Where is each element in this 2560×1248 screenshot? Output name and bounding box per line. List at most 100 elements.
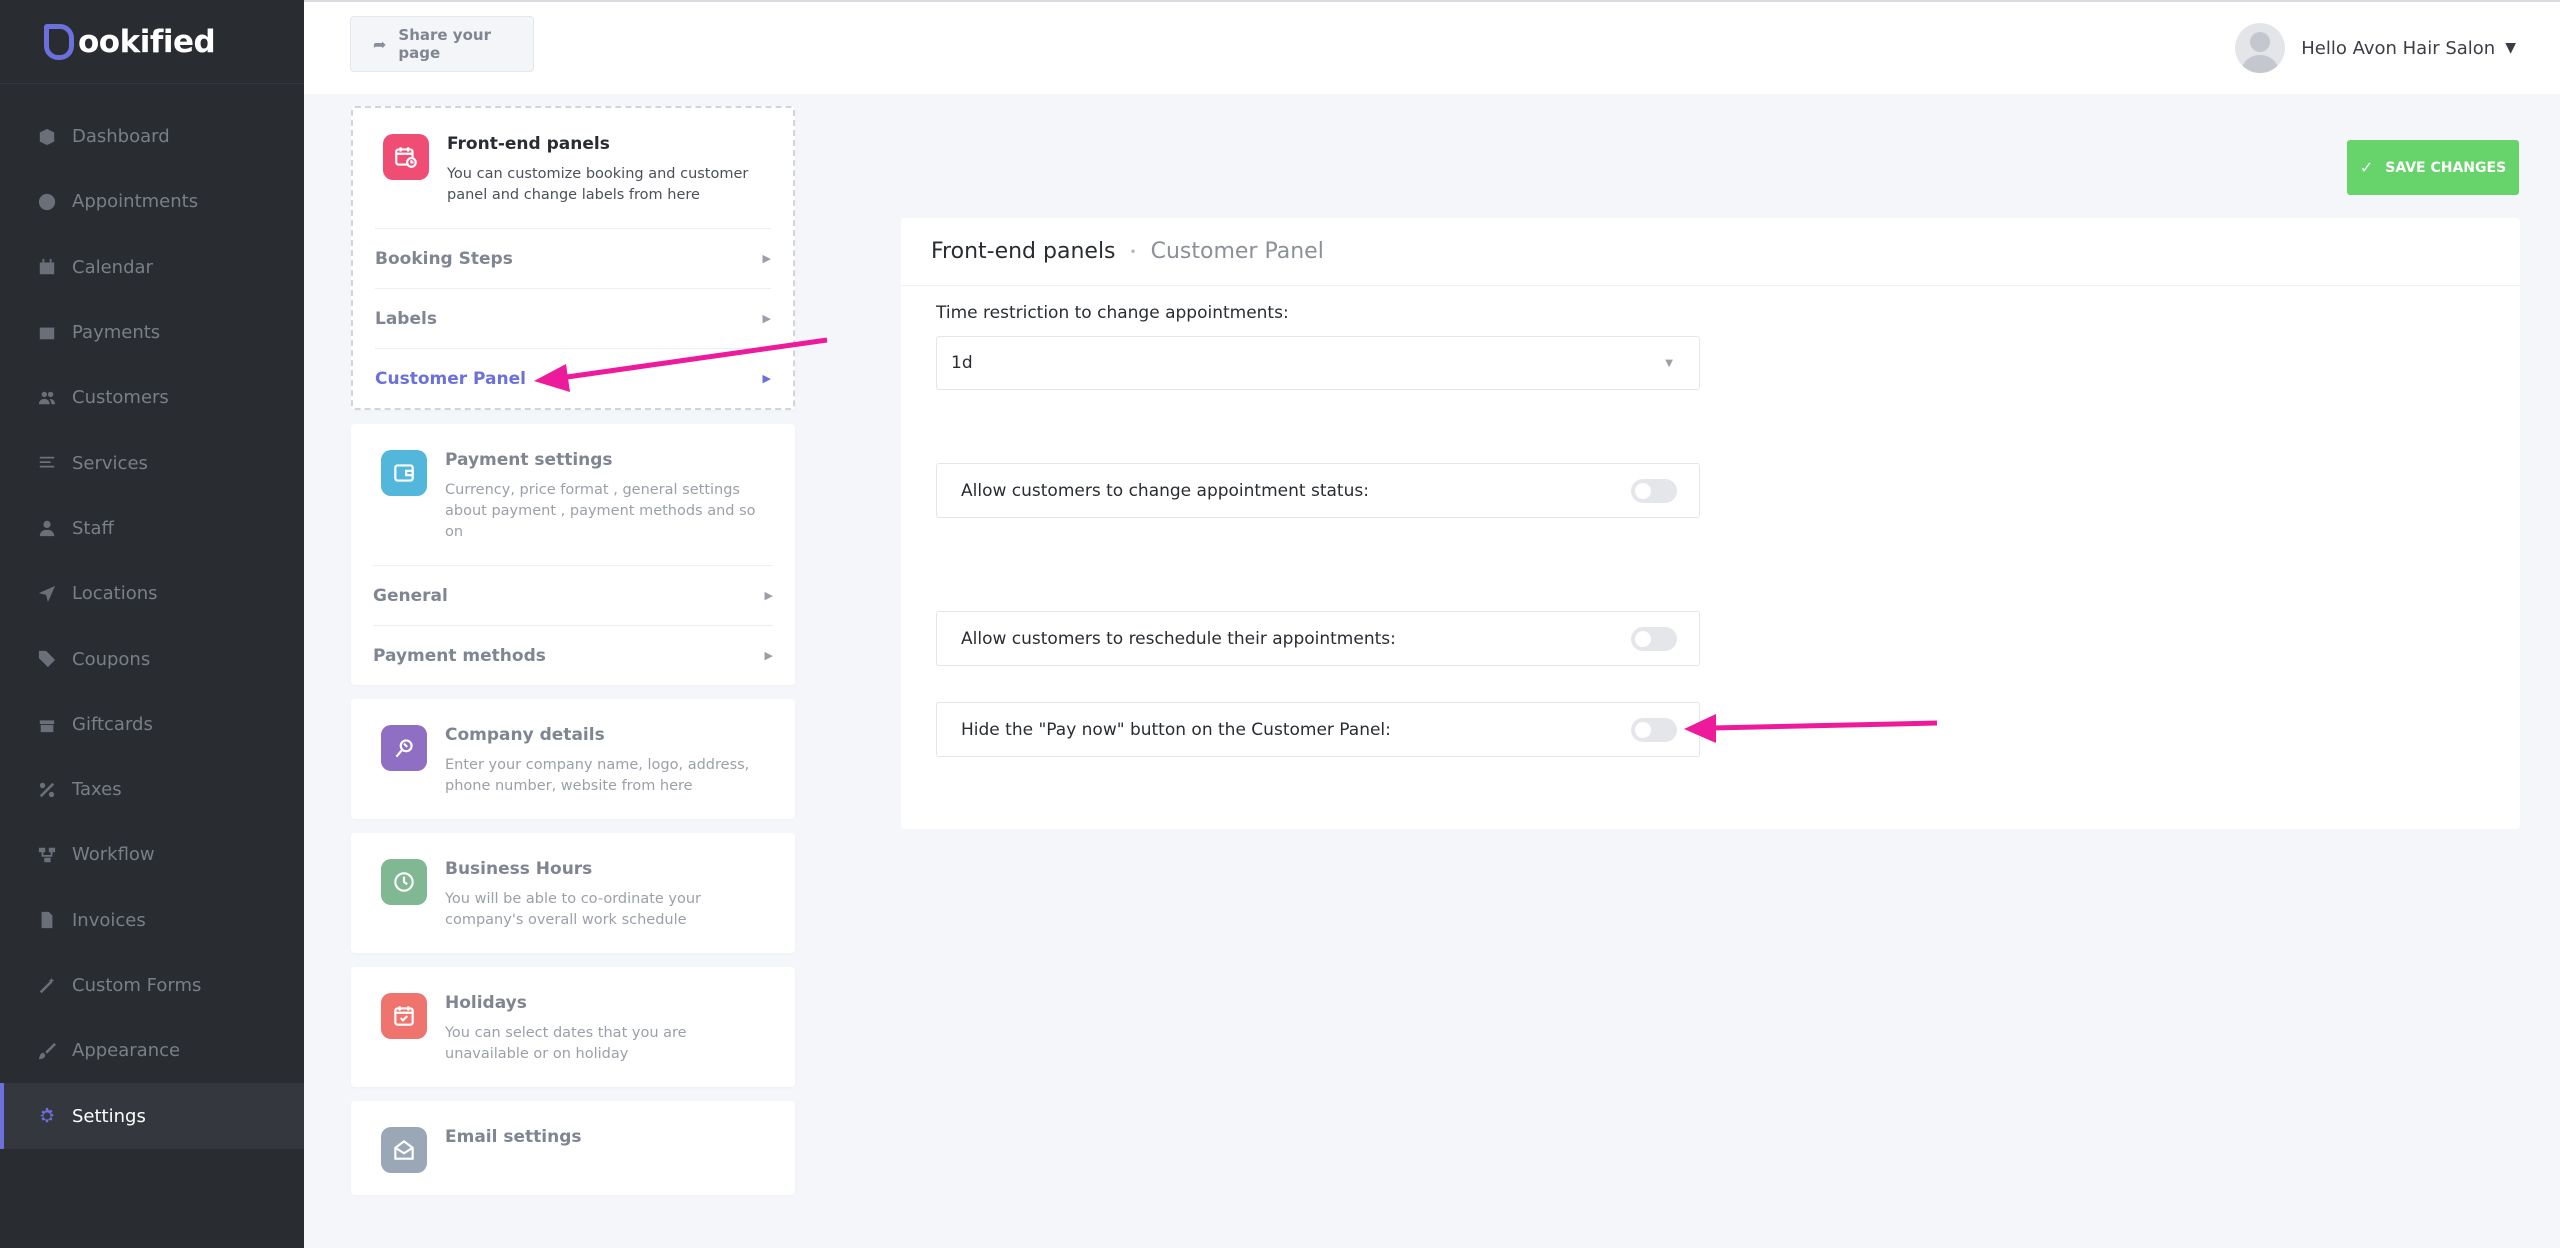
gear-icon	[38, 1107, 56, 1125]
card-header[interactable]: Payment settings Currency, price format …	[351, 424, 795, 565]
caret-right-icon: ▶	[764, 589, 773, 602]
users-icon	[38, 389, 56, 407]
subitem-label: Payment methods	[373, 645, 546, 666]
sidebar-item-services[interactable]: Services	[0, 430, 304, 495]
time-restriction-label: Time restriction to change appointments:	[936, 303, 1289, 323]
sidebar-item-label: Customers	[72, 387, 169, 409]
file-icon	[38, 911, 56, 929]
settings-card-payment-settings: Payment settings Currency, price format …	[351, 424, 795, 685]
sidebar-item-payments[interactable]: Payments	[0, 300, 304, 365]
wallet-icon	[381, 450, 427, 496]
subitem-labels[interactable]: Labels ▶	[375, 288, 771, 348]
select-value: 1d	[951, 353, 973, 373]
subitem-payment-methods[interactable]: Payment methods ▶	[373, 625, 773, 685]
sidebar-item-staff[interactable]: Staff	[0, 496, 304, 561]
location-arrow-icon	[38, 585, 56, 603]
check-icon: ✓	[2359, 158, 2374, 177]
breadcrumb-parent: Front-end panels	[931, 239, 1116, 264]
user-greeting: Hello Avon Hair Salon	[2301, 37, 2496, 59]
sidebar-item-workflow[interactable]: Workflow	[0, 822, 304, 887]
breadcrumb: Front-end panels • Customer Panel	[901, 218, 2520, 286]
sidebar-item-label: Staff	[72, 517, 114, 539]
tag-icon	[38, 650, 56, 668]
card-header[interactable]: Front-end panels You can customize booki…	[353, 108, 793, 228]
subitem-booking-steps[interactable]: Booking Steps ▶	[375, 228, 771, 288]
settings-card-frontend-panels: Front-end panels You can customize booki…	[351, 106, 795, 410]
card-header: Business Hours You will be able to co-or…	[351, 833, 795, 953]
sidebar-item-taxes[interactable]: Taxes	[0, 757, 304, 822]
sidebar-item-coupons[interactable]: Coupons	[0, 626, 304, 691]
logo-text: ookified	[78, 23, 216, 60]
subitem-general[interactable]: General ▶	[373, 565, 773, 625]
card-description: You can customize booking and customer p…	[447, 166, 749, 203]
card-title: Company details	[445, 725, 605, 745]
sidebar-item-label: Appearance	[72, 1040, 181, 1062]
user-menu[interactable]: Hello Avon Hair Salon ▼	[2235, 22, 2516, 74]
calendar-check-icon	[381, 993, 427, 1039]
card-title: Business Hours	[445, 859, 593, 879]
settings-categories: Front-end panels You can customize booki…	[351, 106, 795, 1209]
sidebar-item-label: Custom Forms	[72, 975, 202, 996]
sidebar-item-label: Workflow	[72, 844, 155, 866]
brand-logo[interactable]: ookified	[0, 0, 304, 84]
sidebar-item-calendar[interactable]: Calendar	[0, 235, 304, 300]
sidebar: ookified Dashboard Appointments Calendar…	[0, 0, 304, 1248]
toggle-label: Allow customers to change appointment st…	[961, 480, 1369, 501]
top-header: ➦ Share your page Hello Avon Hair Salon …	[304, 0, 2560, 94]
share-icon: ➦	[373, 34, 387, 54]
sidebar-item-label: Coupons	[72, 648, 151, 670]
sidebar-item-label: Calendar	[72, 256, 153, 278]
brush-icon	[38, 1042, 56, 1060]
workflow-icon	[38, 846, 56, 864]
card-description: Enter your company name, logo, address, …	[445, 757, 750, 794]
time-restriction-select[interactable]: 1d ▼	[936, 336, 1700, 390]
toggle-row-hide-pay-now: Hide the "Pay now" button on the Custome…	[936, 702, 1700, 757]
calendar-clock-icon	[383, 134, 429, 180]
subitem-label: Customer Panel	[375, 368, 526, 389]
change-status-toggle[interactable]	[1631, 478, 1677, 503]
percent-icon	[38, 781, 56, 799]
settings-card-email-settings[interactable]: Email settings	[351, 1101, 795, 1195]
sidebar-item-label: Appointments	[72, 191, 199, 213]
sidebar-item-appointments[interactable]: Appointments	[0, 169, 304, 234]
save-changes-button[interactable]: ✓ SAVE CHANGES	[2347, 140, 2519, 195]
sidebar-item-customers[interactable]: Customers	[0, 365, 304, 430]
caret-right-icon: ▶	[762, 372, 771, 385]
chevron-down-icon: ▼	[2505, 40, 2516, 56]
clock-icon	[381, 859, 427, 905]
sidebar-item-label: Payments	[72, 322, 161, 344]
customer-panel-settings: Front-end panels • Customer Panel Time r…	[901, 218, 2520, 829]
sidebar-item-appearance[interactable]: Appearance	[0, 1018, 304, 1083]
settings-card-holidays[interactable]: Holidays You can select dates that you a…	[351, 967, 795, 1087]
sidebar-item-locations[interactable]: Locations	[0, 561, 304, 626]
card-description: You can select dates that you are unavai…	[445, 1025, 687, 1062]
sidebar-item-custom-forms[interactable]: Custom Forms	[0, 953, 304, 1018]
avatar	[2235, 23, 2286, 73]
wallet-icon	[38, 324, 56, 342]
sidebar-item-label: Taxes	[72, 779, 122, 801]
user-icon	[38, 519, 56, 537]
sidebar-item-invoices[interactable]: Invoices	[0, 888, 304, 953]
card-header: Email settings	[351, 1101, 795, 1195]
card-title: Front-end panels	[447, 134, 610, 154]
sidebar-item-label: Settings	[72, 1105, 146, 1127]
subitem-customer-panel[interactable]: Customer Panel ▶	[375, 348, 771, 408]
caret-right-icon: ▶	[762, 312, 771, 325]
settings-card-business-hours[interactable]: Business Hours You will be able to co-or…	[351, 833, 795, 953]
share-page-button[interactable]: ➦ Share your page	[350, 16, 534, 72]
card-description: You will be able to co-ordinate your com…	[445, 891, 702, 928]
caret-right-icon: ▶	[762, 252, 771, 265]
sidebar-item-label: Invoices	[72, 909, 146, 931]
envelope-icon	[381, 1127, 427, 1173]
reschedule-toggle[interactable]	[1631, 626, 1677, 651]
settings-card-company-details[interactable]: Company details Enter your company name,…	[351, 699, 795, 819]
toggle-label: Allow customers to reschedule their appo…	[961, 628, 1396, 649]
sidebar-item-giftcards[interactable]: Giftcards	[0, 692, 304, 757]
sidebar-item-dashboard[interactable]: Dashboard	[0, 104, 304, 169]
sidebar-item-label: Dashboard	[72, 126, 170, 148]
magic-icon	[38, 977, 56, 995]
caret-down-icon: ▼	[1665, 357, 1673, 369]
hide-pay-now-toggle[interactable]	[1631, 717, 1677, 742]
logo-mark-icon	[44, 23, 74, 60]
sidebar-item-settings[interactable]: Settings	[0, 1083, 304, 1149]
